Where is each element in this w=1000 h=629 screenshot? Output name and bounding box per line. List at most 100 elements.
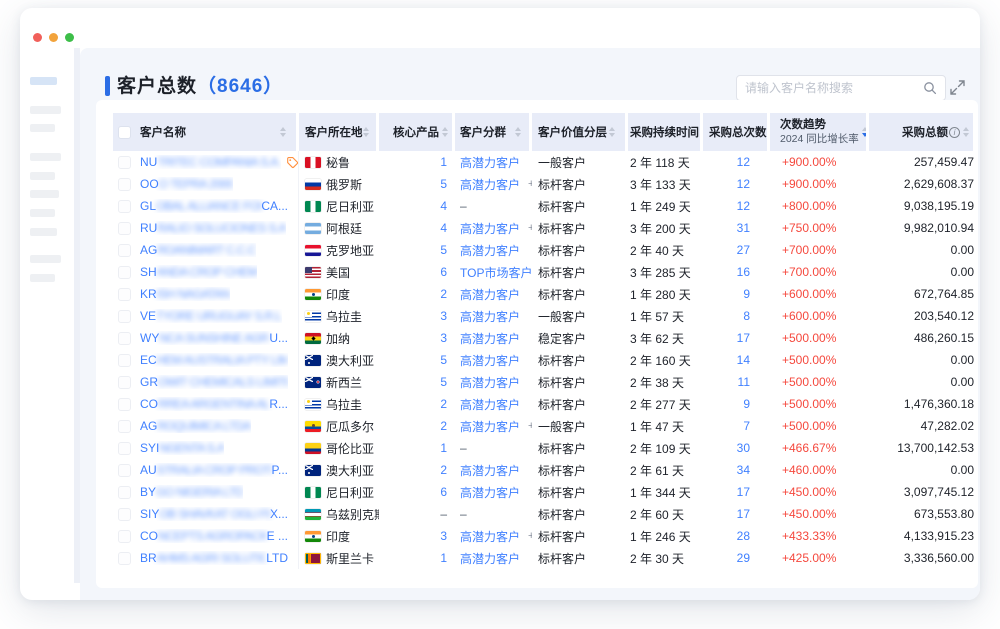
- table-row[interactable]: SIYOB SHAVKAT OGLI FERMER X... 乌兹别克斯坦 – …: [113, 503, 976, 525]
- sidebar-item-active[interactable]: [30, 77, 57, 85]
- customer-name-link[interactable]: WYNCA SUNSHINE AGRIC PRODU...: [140, 331, 288, 345]
- purchase-count-link[interactable]: 9: [743, 397, 750, 411]
- minimize-window-icon[interactable]: [49, 33, 58, 42]
- sort-icon[interactable]: [963, 127, 969, 137]
- purchase-count-link[interactable]: 17: [737, 485, 750, 499]
- sidebar-item[interactable]: [30, 255, 61, 263]
- purchase-count-link[interactable]: 31: [737, 221, 750, 235]
- table-row[interactable]: CORREA ARGENTINA AL JARED R... 乌拉圭 2 高潜力…: [113, 393, 976, 415]
- customer-name-link[interactable]: CONCEPTS AGROPACK PRIVATE ...: [140, 529, 288, 543]
- row-checkbox[interactable]: [118, 552, 131, 565]
- table-row[interactable]: SHANDA CROP CHEM 美国 6 TOP市场客户 标杆客户 3 年 2…: [113, 261, 976, 283]
- table-row[interactable]: BYGO NIGERIA LTD 尼日利亚 6 高潜力客户 标杆客户 1 年 3…: [113, 481, 976, 503]
- sort-icon[interactable]: [609, 127, 615, 137]
- purchase-count-link[interactable]: 16: [737, 265, 750, 279]
- row-checkbox[interactable]: [118, 156, 131, 169]
- purchase-count-link[interactable]: 34: [737, 463, 750, 477]
- row-checkbox[interactable]: [118, 222, 131, 235]
- sidebar-item[interactable]: [30, 124, 55, 132]
- search-icon[interactable]: [923, 81, 937, 95]
- row-checkbox[interactable]: [118, 288, 131, 301]
- core-products-count-link[interactable]: 2: [440, 397, 447, 411]
- row-checkbox[interactable]: [118, 266, 131, 279]
- segment-link[interactable]: 高潜力客户: [460, 242, 520, 259]
- row-checkbox[interactable]: [118, 200, 131, 213]
- core-products-count-link[interactable]: 5: [440, 375, 447, 389]
- sidebar-item[interactable]: [30, 153, 61, 161]
- table-row[interactable]: SYINGENTA S.A 哥伦比亚 1 – 标杆客户 2 年 109 天 30…: [113, 437, 976, 459]
- customer-name-link[interactable]: AUSTRALIA CROP PROTECTION P...: [140, 463, 288, 477]
- close-window-icon[interactable]: [33, 33, 42, 42]
- row-checkbox[interactable]: [118, 310, 131, 323]
- row-checkbox[interactable]: [118, 398, 131, 411]
- core-products-count-link[interactable]: 4: [440, 221, 447, 235]
- customer-name-link[interactable]: VETYORE URUGUAY S.R.L: [140, 309, 282, 323]
- customer-name-link[interactable]: CORREA ARGENTINA AL JARED R...: [140, 397, 288, 411]
- segment-link[interactable]: 高潜力客户: [460, 550, 520, 567]
- customer-name-link[interactable]: GROWIT CHEMICALS LIMITED: [140, 375, 288, 389]
- segment-link[interactable]: 高潜力客户: [460, 176, 520, 193]
- segment-link[interactable]: 高潜力客户: [460, 308, 520, 325]
- table-row[interactable]: WYNCA SUNSHINE AGRIC PRODU... 加纳 3 高潜力客户…: [113, 327, 976, 349]
- info-icon[interactable]: i: [949, 127, 960, 138]
- purchase-count-link[interactable]: 27: [737, 243, 750, 257]
- table-row[interactable]: KRISH NAGATAN 印度 2 高潜力客户 标杆客户 1 年 280 天 …: [113, 283, 976, 305]
- core-products-count-link[interactable]: 1: [440, 551, 447, 565]
- customer-name-link[interactable]: RURALIO SOLUCIONES S.A: [140, 221, 286, 235]
- customer-name-link[interactable]: NUTRITEC COMPANIA S.A.C: [140, 155, 281, 169]
- row-checkbox[interactable]: [118, 332, 131, 345]
- core-products-count-link[interactable]: 3: [440, 529, 447, 543]
- sidebar-item[interactable]: [30, 106, 61, 114]
- purchase-count-link[interactable]: 9: [743, 287, 750, 301]
- purchase-count-link[interactable]: 17: [737, 507, 750, 521]
- table-row[interactable]: AUSTRALIA CROP PROTECTION P... 澳大利亚 2 高潜…: [113, 459, 976, 481]
- core-products-count-link[interactable]: 6: [440, 485, 447, 499]
- table-row[interactable]: VETYORE URUGUAY S.R.L 乌拉圭 3 高潜力客户 一般客户 1…: [113, 305, 976, 327]
- customer-name-link[interactable]: SYINGENTA S.A: [140, 441, 224, 455]
- row-checkbox[interactable]: [118, 354, 131, 367]
- segment-link[interactable]: 高潜力客户: [460, 352, 520, 369]
- purchase-count-link[interactable]: 12: [737, 199, 750, 213]
- purchase-count-link[interactable]: 7: [743, 419, 750, 433]
- search-box[interactable]: [736, 75, 946, 101]
- row-checkbox[interactable]: [118, 376, 131, 389]
- customer-name-link[interactable]: AGROANIMART C.C.C: [140, 243, 256, 257]
- search-input[interactable]: [745, 81, 923, 95]
- row-checkbox[interactable]: [118, 442, 131, 455]
- table-row[interactable]: ECHEM AUSTRALIA PTY LIMITED 澳大利亚 5 高潜力客户…: [113, 349, 976, 371]
- sidebar-item[interactable]: [30, 274, 55, 282]
- customer-name-link[interactable]: GLOBAL ALLIANCE FOR CHEMICA...: [140, 199, 288, 213]
- purchase-count-link[interactable]: 28: [737, 529, 750, 543]
- maximize-window-icon[interactable]: [65, 33, 74, 42]
- table-row[interactable]: BRAHMS AGRI SOLUTIONS PVT LTD 斯里兰卡 1 高潜力…: [113, 547, 976, 569]
- table-row[interactable]: AGROQUIMICA LTDA 厄瓜多尔 2 高潜力客户 +1 一般客户 1 …: [113, 415, 976, 437]
- table-row[interactable]: OOO TEPRA 2000 俄罗斯 5 高潜力客户 +1 标杆客户 3 年 1…: [113, 173, 976, 195]
- segment-link[interactable]: 高潜力客户: [460, 286, 520, 303]
- row-checkbox[interactable]: [118, 486, 131, 499]
- purchase-count-link[interactable]: 17: [737, 331, 750, 345]
- segment-link[interactable]: 高潜力客户: [460, 528, 520, 545]
- fullscreen-expand-icon[interactable]: [949, 79, 966, 96]
- purchase-count-link[interactable]: 14: [737, 353, 750, 367]
- row-checkbox[interactable]: [118, 464, 131, 477]
- core-products-count-link[interactable]: 1: [440, 155, 447, 169]
- purchase-count-link[interactable]: 30: [737, 441, 750, 455]
- row-checkbox[interactable]: [118, 530, 131, 543]
- customer-name-link[interactable]: KRISH NAGATAN: [140, 287, 230, 301]
- segment-link[interactable]: 高潜力客户: [460, 330, 520, 347]
- sort-icon[interactable]: [363, 127, 369, 137]
- sort-icon[interactable]: [515, 127, 521, 137]
- core-products-count-link[interactable]: 1: [440, 441, 447, 455]
- row-checkbox[interactable]: [118, 178, 131, 191]
- core-products-count-link[interactable]: 2: [440, 419, 447, 433]
- core-products-count-link[interactable]: 2: [440, 287, 447, 301]
- segment-link[interactable]: 高潜力客户: [460, 154, 520, 171]
- sort-icon[interactable]: [442, 127, 448, 137]
- purchase-count-link[interactable]: 12: [737, 155, 750, 169]
- core-products-count-link[interactable]: 3: [440, 309, 447, 323]
- core-products-count-link[interactable]: 3: [440, 331, 447, 345]
- customer-name-link[interactable]: BRAHMS AGRI SOLUTIONS PVT LTD: [140, 551, 288, 565]
- customer-name-link[interactable]: BYGO NIGERIA LTD: [140, 485, 243, 499]
- row-checkbox[interactable]: [118, 508, 131, 521]
- core-products-count-link[interactable]: 5: [440, 243, 447, 257]
